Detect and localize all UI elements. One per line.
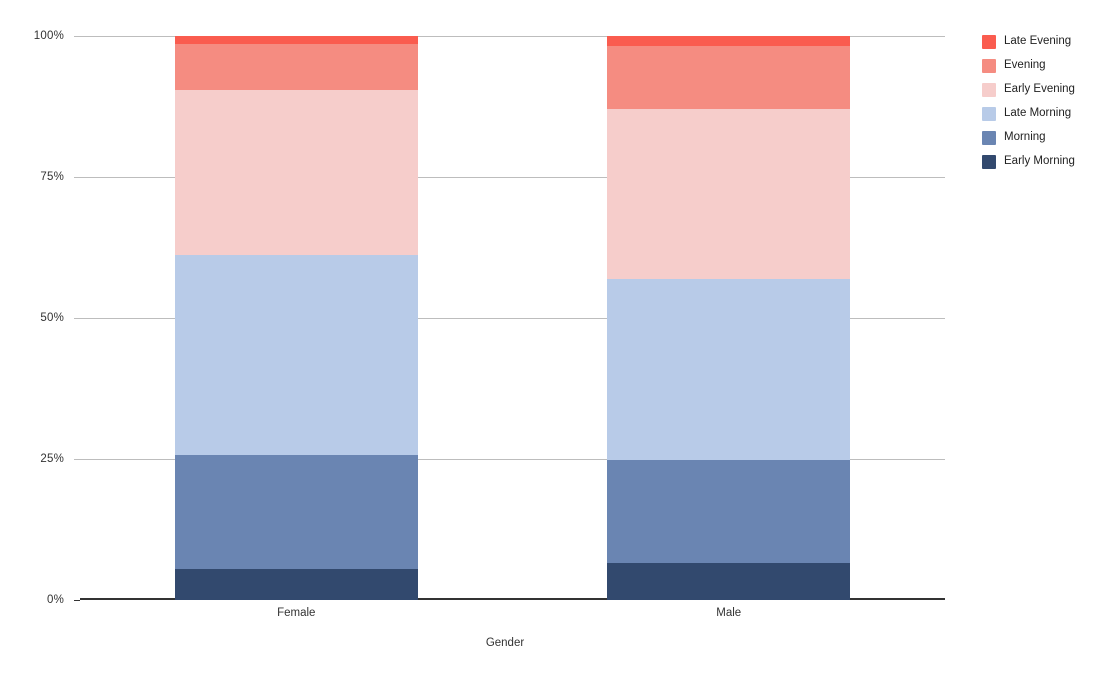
y-axis-tick-label: 50% [40,312,64,324]
x-axis-title: Gender [485,637,525,649]
legend-color-swatch [982,131,996,145]
y-axis-tick-label: 75% [40,171,64,183]
bar-segment[interactable] [174,455,418,569]
legend-item[interactable]: Late Evening [982,30,1110,54]
y-axis-tick-label: 0% [46,594,64,606]
y-axis-tick-mark [74,600,80,601]
bar-segment[interactable] [174,44,418,90]
plot-area [80,36,945,600]
bar-segment[interactable] [174,89,418,255]
y-axis-tick-mark [74,318,80,319]
bar-segment[interactable] [607,36,851,46]
chart-legend: Late Evening Evening Early Evening Late Mor… [982,30,1110,174]
bar-segment[interactable] [607,45,851,109]
legend-item[interactable]: Morning [982,126,1110,150]
y-axis-labels: 0% 25% 50% 75% 100% [0,30,72,606]
legend-label: Early Evening [1004,83,1075,96]
legend-item[interactable]: Early Evening [982,78,1110,102]
bar-segment[interactable] [174,254,418,456]
legend-item[interactable]: Early Morning [982,150,1110,174]
legend-item[interactable]: Evening [982,54,1110,78]
y-axis-tick-label: 100% [33,30,64,42]
legend-label: Early Morning [1004,155,1075,168]
bar-segment[interactable] [607,108,851,280]
y-axis-tick-mark [74,177,80,178]
bar-segment[interactable] [607,562,851,600]
legend-color-swatch [982,155,996,169]
y-axis-tick-mark [74,459,80,460]
legend-label: Morning [1004,131,1046,144]
x-axis-labels: Female Male [80,604,945,626]
y-axis-tick-mark [74,36,80,37]
legend-color-swatch [982,107,996,121]
x-axis-tick-label: Male [716,607,742,619]
x-axis-tick-label: Female [277,607,316,619]
bar-segment[interactable] [174,36,418,45]
legend-label: Late Evening [1004,35,1072,48]
stacked-bar-chart: 0% 25% 50% 75% 100% Female Male Gender Late E… [0,0,1110,686]
bar-segment[interactable] [174,568,418,600]
bar-segment[interactable] [607,279,851,461]
legend-label: Evening [1004,59,1046,72]
legend-color-swatch [982,83,996,97]
legend-color-swatch [982,59,996,73]
y-axis-tick-label: 25% [40,453,64,465]
bar-stack-female[interactable] [174,36,418,600]
legend-color-swatch [982,35,996,49]
bar-stack-male[interactable] [607,36,851,600]
bar-segment[interactable] [607,460,851,563]
legend-label: Late Morning [1004,107,1072,120]
legend-item[interactable]: Late Morning [982,102,1110,126]
